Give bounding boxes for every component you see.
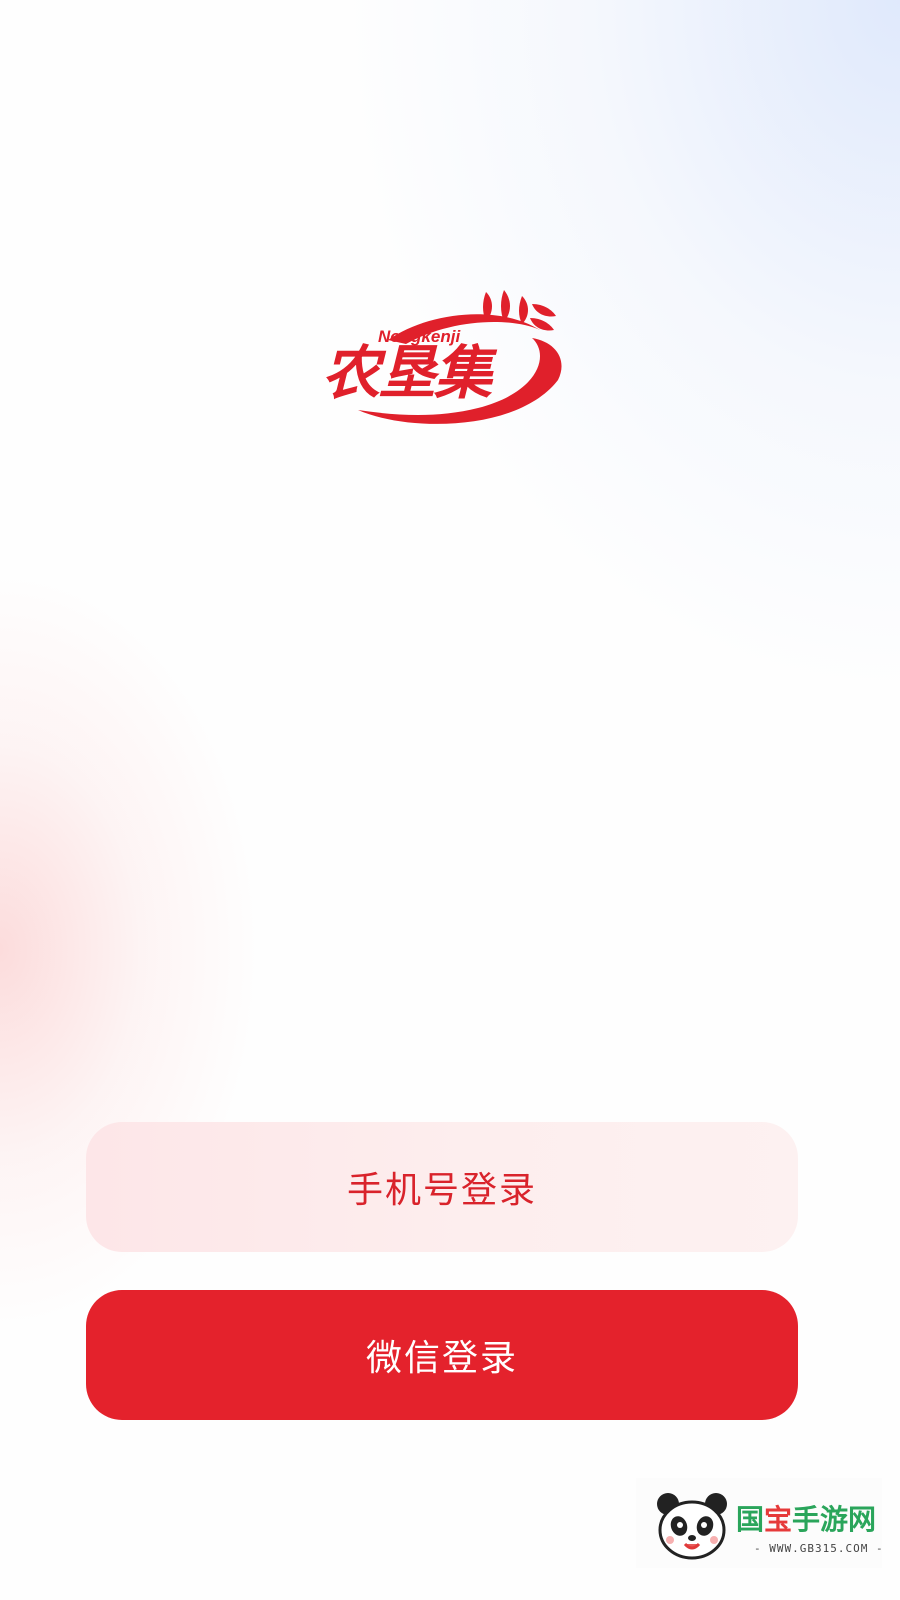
watermark-title: 国宝手游网 bbox=[736, 1506, 876, 1534]
site-watermark: 国宝手游网 - WWW.GB315.COM - bbox=[636, 1478, 884, 1568]
watermark-title-part2: 宝 bbox=[764, 1503, 793, 1536]
logo-wordmark: 农垦集 bbox=[322, 339, 492, 407]
watermark-title-part1: 国 bbox=[736, 1503, 765, 1536]
phone-login-button[interactable]: 手机号登录 bbox=[86, 1122, 798, 1252]
phone-login-label: 手机号登录 bbox=[346, 1170, 537, 1211]
watermark-title-part3: 手游网 bbox=[792, 1503, 877, 1536]
wechat-login-button[interactable]: 微信登录 bbox=[86, 1290, 798, 1420]
wechat-login-label: 微信登录 bbox=[365, 1338, 518, 1379]
app-logo: Nongkenji 农垦集 bbox=[318, 282, 568, 432]
login-screen: Nongkenji 农垦集 手机号登录 微信登录 国宝手游网 - WWW.GB3… bbox=[0, 0, 900, 1600]
panda-icon bbox=[657, 1493, 727, 1560]
watermark-url: - WWW.GB315.COM - bbox=[754, 1542, 884, 1555]
